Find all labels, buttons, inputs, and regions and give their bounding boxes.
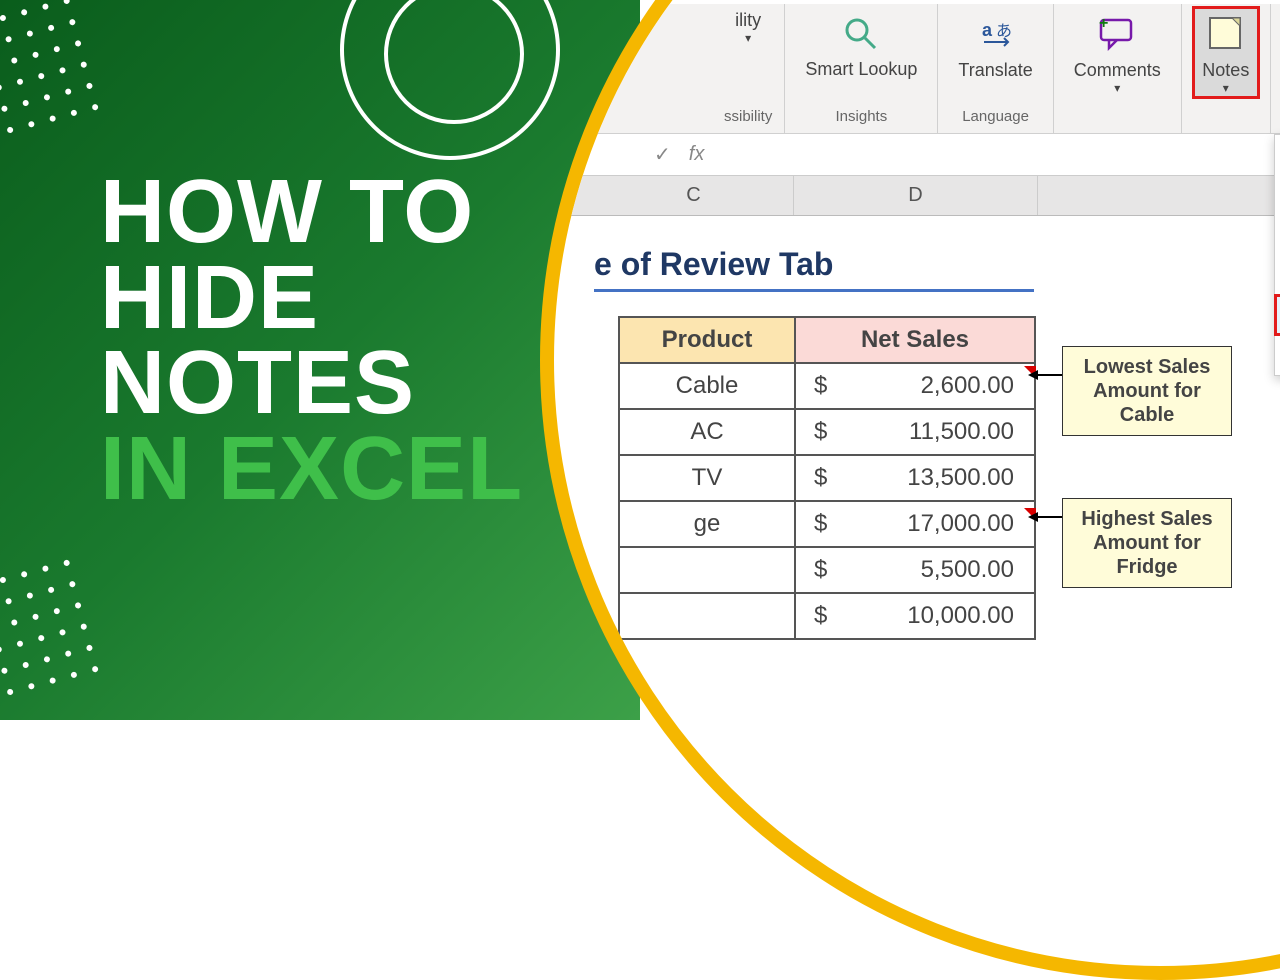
sales-table: Product Net Sales Cable$2,600.00 AC$11,5… (618, 316, 1036, 640)
insights-group-label: Insights (836, 108, 888, 129)
fx-icon[interactable]: fx (689, 143, 705, 166)
worksheet-area[interactable]: e of Review Tab Product Net Sales Cable$… (554, 216, 1280, 246)
translate-icon: aあ (972, 10, 1020, 58)
product-header[interactable]: Product (619, 317, 795, 363)
chevron-down-icon: ▾ (1223, 81, 1229, 95)
table-row: Cable$2,600.00 (619, 363, 1035, 409)
svg-text:a: a (982, 20, 993, 40)
note-popup-lowest[interactable]: Lowest Sales Amount for Cable (1062, 346, 1232, 436)
table-row: AC$11,500.00 (619, 409, 1035, 455)
table-row: ge$17,000.00 (619, 501, 1035, 547)
ribbon: ility ▾ ssibility Smart Lookup Insights … (554, 4, 1280, 134)
note-popup-highest[interactable]: Highest Sales Amount for Fridge (1062, 498, 1232, 588)
new-note-menu-item[interactable]: + New N (1275, 135, 1280, 175)
column-header-d[interactable]: D (794, 176, 1038, 215)
smart-lookup-button[interactable]: Smart Lookup (797, 8, 925, 82)
sales-header[interactable]: Net Sales (795, 317, 1035, 363)
section-title: e of Review Tab (594, 246, 1034, 292)
chevron-down-icon: ▾ (1114, 81, 1120, 95)
convert-notes-menu-item[interactable]: Conve (1275, 335, 1280, 375)
decorative-dots-top (0, 0, 101, 141)
comment-icon: + (1093, 10, 1141, 58)
table-row: $5,500.00 (619, 547, 1035, 593)
show-all-notes-menu-item[interactable]: Show (1275, 295, 1280, 335)
column-headers: C D (554, 176, 1280, 216)
show-hide-note-menu-item[interactable]: Show/ (1275, 255, 1280, 295)
accessibility-group-label: ssibility (724, 108, 772, 129)
svg-text:+: + (1099, 15, 1108, 32)
formula-bar[interactable]: ✓ fx (554, 134, 1280, 176)
note-connector (1032, 516, 1062, 518)
note-connector (1032, 374, 1062, 376)
next-note-menu-item[interactable]: Next N (1275, 215, 1280, 255)
table-row: TV$13,500.00 (619, 455, 1035, 501)
column-header-c[interactable]: C (594, 176, 794, 215)
excel-screenshot-reveal: ility ▾ ssibility Smart Lookup Insights … (540, 0, 1280, 980)
svg-text:あ: あ (996, 22, 1012, 40)
language-group-label: Language (962, 108, 1029, 129)
search-icon (837, 10, 885, 58)
excel-window: ility ▾ ssibility Smart Lookup Insights … (554, 4, 1280, 246)
notes-button[interactable]: Notes ▾ (1194, 8, 1258, 97)
table-header-row: Product Net Sales (619, 317, 1035, 363)
comments-button[interactable]: + Comments ▾ (1066, 8, 1169, 97)
confirm-icon[interactable]: ✓ (654, 142, 671, 167)
notes-dropdown-menu: + New N Previo Next N Show/ Show Con (1274, 134, 1280, 376)
table-row: $10,000.00 (619, 593, 1035, 639)
translate-button[interactable]: aあ Translate (950, 8, 1040, 83)
decorative-dots-bottom (0, 559, 101, 704)
accessibility-button[interactable]: ility ▾ (727, 8, 769, 47)
note-icon (1202, 10, 1250, 58)
chevron-down-icon: ▾ (745, 31, 751, 45)
decorative-circles (340, 0, 560, 160)
previous-note-menu-item[interactable]: Previo (1275, 175, 1280, 215)
